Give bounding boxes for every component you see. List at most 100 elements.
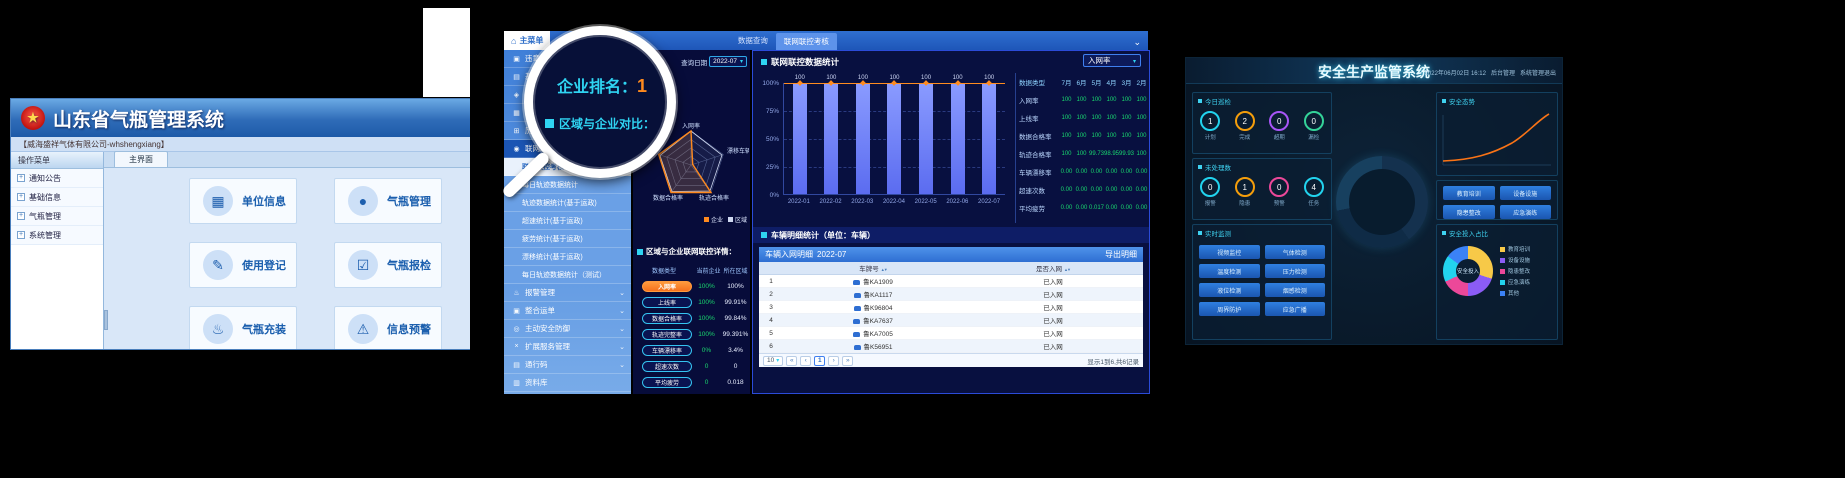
pagination-bar: 10 1 显示1到6,共6记录 — [759, 353, 1143, 367]
card-info-alert[interactable]: 信息预警 — [334, 306, 442, 349]
card-cylinder-mgmt[interactable]: 气瓶管理 — [334, 178, 442, 224]
sidebar-item-extend-service[interactable]: 扩展服务管理 — [504, 338, 631, 356]
chevron-down-icon — [619, 289, 625, 297]
next-page-button[interactable] — [828, 356, 839, 366]
tab-network-assessment[interactable]: 联网联控考核 — [776, 33, 837, 50]
history-search-icon — [512, 127, 521, 135]
plot-area: 100 100 100 100 100 100 100 — [783, 83, 1005, 195]
sidebar-item-alarm-mgmt[interactable]: 报警管理 — [504, 284, 631, 302]
network-icon — [512, 145, 521, 153]
monitor-button[interactable]: 周界防护 — [1199, 302, 1260, 316]
legend-region-swatch — [728, 217, 733, 222]
metric-button[interactable]: 上线率 — [642, 297, 692, 308]
sidebar-item-pass-code[interactable]: 通行码 — [504, 356, 631, 374]
card-cylinder-filling[interactable]: 气瓶充装 — [189, 306, 297, 349]
monitor-button[interactable]: 液位检测 — [1199, 283, 1260, 297]
first-page-button[interactable] — [786, 356, 797, 366]
stat-ring: 0 — [1269, 111, 1289, 131]
detail-row: 入网率100%100% — [633, 278, 750, 294]
table-row[interactable]: 5鲁KA7005已入网 — [759, 327, 1143, 340]
monitor-button[interactable]: 教育培训 — [1443, 186, 1495, 200]
sidebar-item-waybill[interactable]: 整合运单 — [504, 302, 631, 320]
monitor-button[interactable]: 应急广播 — [1265, 302, 1326, 316]
y-tick: 75% — [757, 108, 779, 115]
metric-button[interactable]: 数据合格率 — [642, 313, 692, 324]
expand-plus-icon — [17, 231, 25, 239]
table-row[interactable]: 4鲁KA7637已入网 — [759, 314, 1143, 327]
metric-button[interactable]: 轨迹完整率 — [642, 329, 692, 340]
tab-main-screen[interactable]: 主界面 — [114, 151, 168, 167]
sidebar-item-basicinfo[interactable]: 基础信息 — [11, 188, 103, 207]
table-row[interactable]: 2鲁KA1117已入网 — [759, 288, 1143, 301]
monitor-button[interactable]: 设备设施 — [1500, 186, 1552, 200]
card-usage-register[interactable]: 使用登记 — [189, 242, 297, 288]
metric-button[interactable]: 超速次数 — [642, 361, 692, 372]
logout-link[interactable]: 系统管理退出 — [1520, 68, 1556, 77]
sidebar-item-system[interactable]: 系统管理 — [11, 226, 103, 245]
monitor-button[interactable]: 隐患整改 — [1443, 205, 1495, 219]
sidebar-item-track-stats[interactable]: 轨迹数据统计(基于运政) — [504, 194, 631, 212]
pending-panel: 未处理数 0报警 1隐患 0预警 4任务 — [1192, 158, 1332, 220]
card-cylinder-inspect[interactable]: 气瓶报检 — [334, 242, 442, 288]
export-detail-link[interactable]: 导出明细 — [1105, 249, 1137, 260]
sidebar-item-notices[interactable]: 通知公告 — [11, 169, 103, 188]
baseinfo-icon — [512, 73, 521, 81]
sidebar-item-library[interactable]: 资料库 — [504, 374, 631, 392]
metric-button[interactable]: 平均疲劳 — [642, 377, 692, 388]
query-date-dropdown[interactable]: 2022-07 — [709, 56, 747, 67]
national-emblem-icon — [21, 106, 45, 130]
sort-status-column[interactable]: 是否入网 — [963, 263, 1143, 273]
table-row[interactable]: 3鲁K96804已入网 — [759, 301, 1143, 314]
sidebar-item-active-safety[interactable]: 主动安全防御 — [504, 320, 631, 338]
compare-heading: 区域与企业对比： — [545, 115, 655, 132]
bar-2022-03: 100 — [856, 83, 870, 194]
last-page-button[interactable] — [842, 356, 853, 366]
monitor-button[interactable]: 压力检测 — [1265, 264, 1326, 278]
table-row[interactable]: 6鲁K56951已入网 — [759, 340, 1143, 353]
alarm-icon — [512, 289, 521, 297]
stat-ring: 1 — [1235, 177, 1255, 197]
prev-page-button[interactable] — [800, 356, 811, 366]
table-row: 入网率100100100100100100 — [1019, 91, 1149, 109]
alarm-icon — [348, 314, 378, 344]
tab-main-menu[interactable]: 主菜单 — [504, 31, 550, 50]
monitor-button[interactable]: 温度检测 — [1199, 264, 1260, 278]
card-unit-info[interactable]: 单位信息 — [189, 178, 297, 224]
table-row: 平均疲劳0.000.000.0170.000.000.00 — [1019, 199, 1149, 217]
bar-2022-04: 100 — [887, 83, 901, 194]
vehicle-table-header: 车牌号 是否入网 — [759, 262, 1143, 275]
current-page[interactable]: 1 — [814, 356, 825, 366]
sort-icon — [1064, 267, 1070, 272]
sidebar-item-cylinder[interactable]: 气瓶管理 — [11, 207, 103, 226]
metric-button-online-rate[interactable]: 入网率 — [642, 281, 692, 292]
sidebar-splitter-handle[interactable] — [104, 310, 108, 330]
sidebar-item-daily-track-test[interactable]: 每日轨迹数据统计（测试） — [504, 266, 631, 284]
home-icon — [511, 36, 516, 46]
chevron-down-icon[interactable] — [1126, 31, 1148, 50]
building-icon — [203, 186, 233, 216]
detail-table: 入网率100%100% 上线率100%99.91% 数据合格率100%99.84… — [633, 278, 750, 390]
sidebar-item-drift-stats[interactable]: 漂移统计(基于运政) — [504, 248, 631, 266]
metric-dropdown[interactable]: 入网率 — [1083, 54, 1141, 67]
sidebar-item-overspeed-stats[interactable]: 超速统计(基于运政) — [504, 212, 631, 230]
monitor-button[interactable]: 气体检测 — [1265, 245, 1326, 259]
bullet-icon — [1198, 231, 1202, 235]
bar-2022-05: 100 — [919, 83, 933, 194]
page-size-dropdown[interactable]: 10 — [763, 356, 783, 366]
sidebar-item-fatigue-stats[interactable]: 疲劳统计(基于运政) — [504, 230, 631, 248]
monitor-button[interactable]: 视频监控 — [1199, 245, 1260, 259]
stat-ring: 0 — [1269, 177, 1289, 197]
admin-link[interactable]: 后台管理 — [1491, 68, 1515, 77]
detail-row: 车辆漂移率0%3.4% — [633, 342, 750, 358]
table-row[interactable]: 1鲁KA1909已入网 — [759, 275, 1143, 288]
monitor-button[interactable]: 烟感检测 — [1265, 283, 1326, 297]
waybill-icon — [512, 307, 521, 315]
metric-button[interactable]: 车辆漂移率 — [642, 345, 692, 356]
tab-data-query[interactable]: 数据查询 — [730, 31, 776, 50]
bar-2022-02: 100 — [824, 83, 838, 194]
sort-plate-column[interactable]: 车牌号 — [783, 263, 963, 273]
monthly-metrics-table: 数据类型 7月 6月 5月 4月 3月 2月 入网率10010010010010… — [1015, 73, 1149, 223]
query-date-label: 查询日期 — [681, 57, 707, 67]
library-icon — [512, 379, 521, 387]
monitor-button[interactable]: 应急演练 — [1500, 205, 1552, 219]
